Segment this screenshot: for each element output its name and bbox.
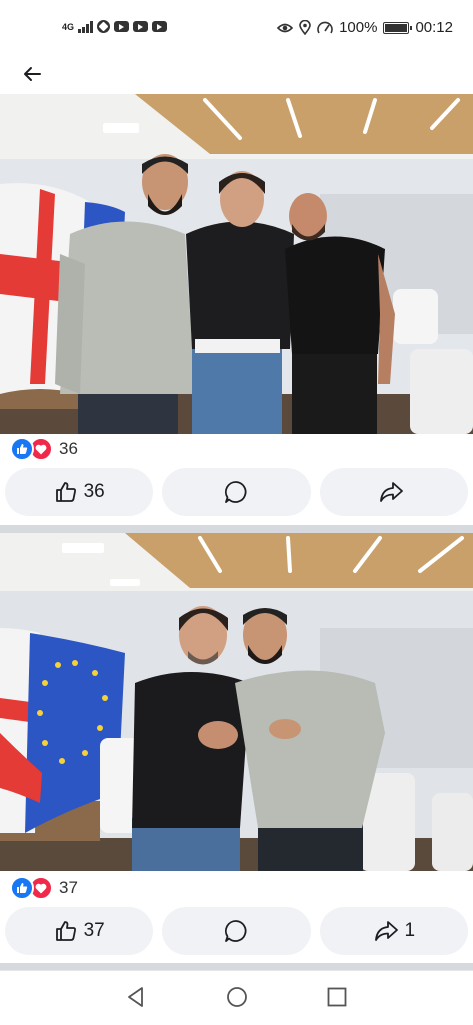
photo-three-men xyxy=(0,94,473,434)
top-bar xyxy=(0,56,473,94)
system-nav-bar xyxy=(0,970,473,1025)
share-count: 1 xyxy=(404,920,416,941)
back-triangle-icon[interactable] xyxy=(124,985,148,1009)
post-2: 37 37 1 xyxy=(0,533,473,963)
home-circle-icon[interactable] xyxy=(225,985,249,1009)
reaction-count: 37 xyxy=(59,878,78,897)
comment-bubble-icon xyxy=(225,481,247,503)
like-count: 36 xyxy=(83,481,105,502)
status-right: 100% 00:12 xyxy=(277,19,453,36)
battery-percent: 100% xyxy=(339,19,378,36)
location-icon xyxy=(299,20,311,35)
signal-icon xyxy=(78,20,94,33)
share-arrow-icon xyxy=(374,921,398,941)
post-divider xyxy=(0,525,473,533)
reaction-summary[interactable]: 36 xyxy=(10,437,78,461)
battery-icon xyxy=(383,21,413,34)
like-button[interactable]: 36 xyxy=(5,468,154,516)
photo-handshake xyxy=(0,533,473,871)
comment-button[interactable] xyxy=(162,907,311,955)
youtube-icon xyxy=(152,21,168,32)
recents-square-icon[interactable] xyxy=(325,985,349,1009)
youtube-icon xyxy=(133,21,149,32)
reaction-count: 36 xyxy=(59,439,78,458)
speed-icon xyxy=(317,21,333,33)
like-button[interactable]: 37 xyxy=(5,907,154,955)
thumbs-up-icon xyxy=(55,921,76,941)
post-1: 36 36 xyxy=(0,94,473,525)
like-reaction-icon xyxy=(10,876,34,900)
post-actions: 37 1 xyxy=(5,907,468,955)
youtube-icon xyxy=(114,21,130,32)
messenger-icon xyxy=(97,20,111,33)
share-arrow-icon xyxy=(379,482,403,502)
post-photo[interactable] xyxy=(0,94,473,434)
back-arrow-icon[interactable] xyxy=(20,62,44,86)
network-type: 4G xyxy=(62,21,75,32)
like-count: 37 xyxy=(83,920,105,941)
comment-button[interactable] xyxy=(162,468,311,516)
comment-bubble-icon xyxy=(225,920,247,942)
status-left: 4G xyxy=(62,20,168,33)
share-button[interactable]: 1 xyxy=(319,907,468,955)
thumbs-up-icon xyxy=(55,482,76,502)
eye-icon xyxy=(277,23,294,32)
reaction-summary[interactable]: 37 xyxy=(10,876,78,900)
clock: 00:12 xyxy=(415,19,453,36)
share-button[interactable] xyxy=(319,468,468,516)
post-photo[interactable] xyxy=(0,533,473,871)
status-bar: 4G 100% 00:12 xyxy=(0,0,473,56)
post-actions: 36 xyxy=(5,468,468,516)
like-reaction-icon xyxy=(10,437,34,461)
